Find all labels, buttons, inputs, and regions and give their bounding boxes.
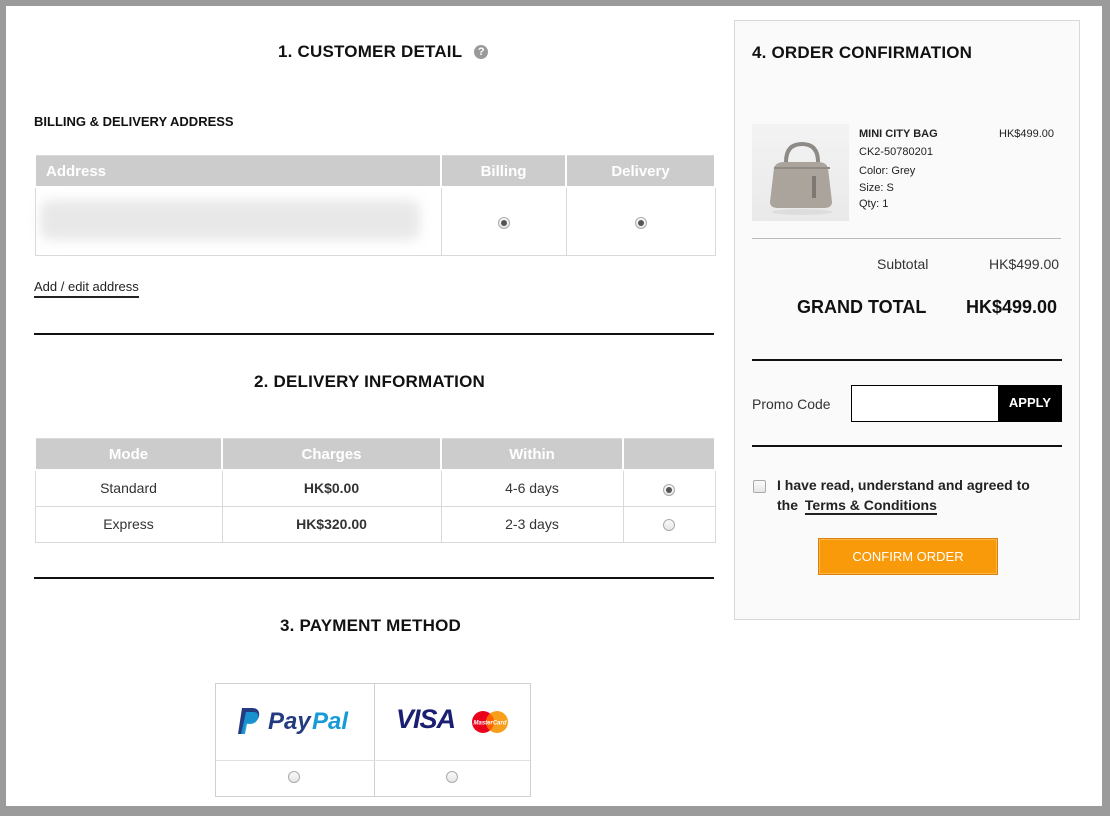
address-column-header: Address: [34, 155, 442, 188]
redacted-address: [39, 200, 420, 240]
customer-detail-title: 1. CUSTOMER DETAIL?: [278, 42, 489, 62]
visa-option[interactable]: VISA MasterCard: [374, 684, 530, 796]
delivery-radio-cell: [565, 186, 716, 256]
standard-delivery-radio[interactable]: [663, 483, 675, 496]
section-divider: [34, 333, 714, 335]
grand-total-value: HK$499.00: [966, 297, 1058, 317]
paypal-logo: Pay Pal: [238, 706, 358, 738]
delivery-table: Mode Charges Within Standard HK$0.00 4-6…: [34, 438, 716, 543]
order-divider: [752, 359, 1062, 361]
order-divider: [752, 238, 1061, 239]
delivery-radio[interactable]: [634, 216, 647, 229]
order-confirmation-panel: 4. ORDER CONFIRMATION MINI CITY BAG HK$4…: [734, 20, 1080, 620]
paypal-radio[interactable]: [288, 771, 300, 783]
delivery-column-header: Delivery: [565, 155, 716, 188]
mastercard-logo: MasterCard: [472, 711, 508, 733]
delivery-charge: HK$320.00: [221, 505, 442, 543]
billing-radio-cell: [440, 186, 567, 256]
delivery-info-title: 2. DELIVERY INFORMATION: [254, 372, 485, 391]
billing-radio[interactable]: [497, 216, 510, 229]
terms-text: I have read, understand and agreed to: [777, 477, 1030, 493]
mode-column-header: Mode: [34, 438, 223, 471]
within-column-header: Within: [440, 438, 624, 471]
product-price: HK$499.00: [999, 128, 1055, 140]
address-row: [34, 186, 716, 256]
billing-column-header: Billing: [440, 155, 567, 188]
select-column-header: [622, 438, 716, 471]
visa-radio[interactable]: [446, 771, 458, 783]
table-row[interactable]: Standard HK$0.00 4-6 days: [34, 469, 716, 507]
confirm-order-button[interactable]: CONFIRM ORDER: [818, 538, 998, 575]
product-size: Size: S: [859, 182, 894, 194]
promo-code-label: Promo Code: [752, 396, 831, 412]
payment-options: Pay Pal VISA MasterCard: [215, 683, 531, 797]
product-color: Color: Grey: [859, 165, 916, 177]
promo-code-input[interactable]: [851, 385, 999, 422]
section-divider: [34, 577, 714, 579]
subtotal-value: HK$499.00: [989, 256, 1060, 272]
delivery-within: 4-6 days: [440, 469, 624, 507]
payment-divider: [216, 760, 374, 761]
terms-conditions-link[interactable]: Terms & Conditions: [804, 497, 937, 515]
charges-column-header: Charges: [221, 438, 442, 471]
terms-checkbox[interactable]: [753, 480, 766, 493]
delivery-radio-cell: [622, 469, 716, 507]
delivery-mode: Express: [34, 505, 223, 543]
checkout-page: 1. CUSTOMER DETAIL? BILLING & DELIVERY A…: [6, 6, 1102, 806]
paypal-p-icon: [238, 708, 260, 734]
product-sku: CK2-50780201: [859, 146, 934, 158]
product-qty: Qty: 1: [859, 198, 889, 210]
order-confirmation-title: 4. ORDER CONFIRMATION: [752, 43, 973, 62]
help-icon[interactable]: ?: [474, 45, 489, 59]
grand-total-label: GRAND TOTAL: [797, 297, 927, 317]
delivery-charge: HK$0.00: [221, 469, 442, 507]
subtotal-label: Subtotal: [877, 256, 929, 272]
product-name: MINI CITY BAG: [859, 128, 938, 140]
svg-text:MasterCard: MasterCard: [473, 721, 506, 727]
apply-button[interactable]: APPLY: [998, 385, 1062, 422]
delivery-mode: Standard: [34, 469, 223, 507]
terms-line-2: the Terms & Conditions: [777, 497, 937, 515]
table-row[interactable]: Express HK$320.00 2-3 days: [34, 505, 716, 543]
paypal-option[interactable]: Pay Pal: [216, 684, 375, 796]
visa-logo: VISA MasterCard: [396, 704, 516, 738]
order-divider: [752, 445, 1062, 447]
payment-divider: [374, 760, 530, 761]
express-delivery-radio[interactable]: [663, 519, 675, 532]
add-edit-address-link[interactable]: Add / edit address: [34, 279, 139, 298]
address-cell: [34, 186, 442, 256]
bag-icon: [770, 141, 832, 215]
bag-image: [752, 124, 849, 221]
delivery-within: 2-3 days: [440, 505, 624, 543]
billing-delivery-subtitle: BILLING & DELIVERY ADDRESS: [34, 114, 234, 129]
address-table: Address Billing Delivery: [34, 155, 716, 256]
payment-method-title: 3. PAYMENT METHOD: [280, 616, 461, 635]
delivery-radio-cell: [622, 505, 716, 543]
